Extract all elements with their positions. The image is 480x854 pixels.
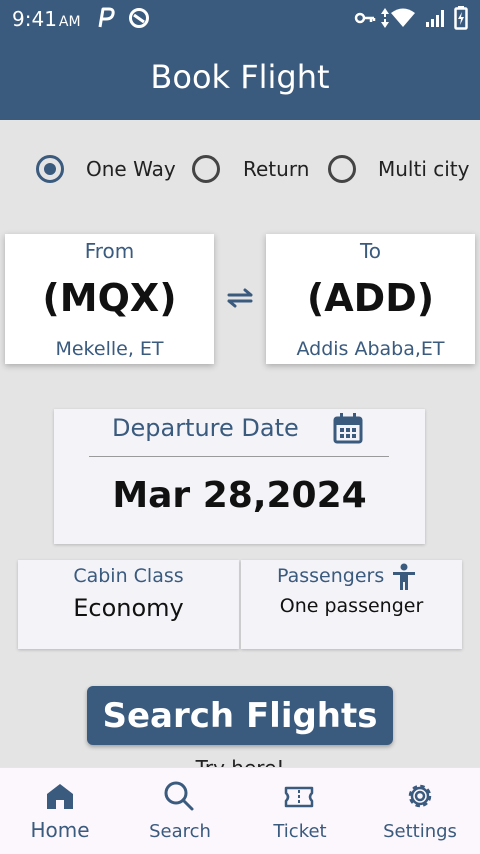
nav-item-search[interactable]: Search	[120, 768, 240, 854]
from-airport-card[interactable]: From (MQX) Mekelle, ET	[5, 234, 214, 364]
trip-type-label: One Way	[86, 157, 176, 181]
from-airport-code: (MQX)	[42, 276, 177, 320]
departure-date-card[interactable]: Departure Date Mar 28,2024	[54, 409, 425, 544]
ticket-icon	[283, 781, 315, 813]
departure-date-caption: Departure Date	[112, 414, 299, 442]
parking-icon	[96, 6, 116, 30]
nav-label-settings: Settings	[383, 821, 457, 842]
trip-type-return-radio[interactable]: Return	[192, 153, 309, 185]
status-bar: 9:41 AM	[0, 0, 480, 36]
battery-charging-icon	[452, 6, 470, 30]
status-time: 9:41	[12, 7, 57, 31]
from-caption: From	[84, 239, 135, 263]
from-airport-city: Mekelle, ET	[55, 338, 164, 360]
gear-icon	[404, 780, 436, 812]
home-icon	[44, 780, 76, 812]
to-airport-code: (ADD)	[306, 276, 435, 320]
wifi-icon	[391, 6, 415, 30]
calendar-icon[interactable]	[333, 412, 363, 444]
do-not-disturb-icon	[127, 6, 151, 30]
to-caption: To	[359, 239, 382, 263]
nav-item-ticket[interactable]: Ticket	[240, 768, 360, 854]
swap-airports-button[interactable]	[222, 283, 258, 313]
page-title: Book Flight	[150, 58, 330, 96]
nav-label-search: Search	[149, 821, 211, 842]
cabin-class-caption: Cabin Class	[73, 565, 184, 587]
passengers-card[interactable]: Passengers One passenger	[241, 560, 462, 649]
cabin-class-value: Economy	[73, 594, 184, 622]
signal-icon	[424, 6, 448, 30]
swap-arrows-icon	[227, 288, 253, 308]
bottom-nav: Home Search Ticket Settings	[0, 767, 480, 854]
status-clock: 9:41 AM	[12, 7, 81, 31]
app-bar: Book Flight	[0, 36, 480, 120]
radio-unchecked-icon	[328, 155, 356, 183]
person-icon	[392, 563, 416, 591]
search-icon	[163, 780, 195, 812]
radio-checked-icon	[36, 155, 64, 183]
trip-type-multi-city-radio[interactable]: Multi city	[328, 153, 469, 185]
cabin-class-card[interactable]: Cabin Class Economy	[18, 560, 239, 649]
trip-type-one-way-radio[interactable]: One Way	[36, 153, 176, 185]
nav-label-home: Home	[30, 818, 90, 842]
to-airport-city: Addis Ababa,ET	[296, 338, 445, 360]
passengers-value: One passenger	[279, 595, 424, 617]
trip-type-label: Multi city	[378, 157, 470, 181]
trip-type-label: Return	[243, 157, 310, 181]
nav-label-ticket: Ticket	[273, 821, 327, 842]
passengers-caption: Passengers	[277, 565, 385, 587]
search-flights-button[interactable]: Search Flights	[87, 686, 393, 745]
key-icon	[354, 6, 376, 30]
nav-item-settings[interactable]: Settings	[360, 768, 480, 854]
status-ampm: AM	[58, 14, 81, 30]
data-arrows-icon	[379, 6, 391, 30]
departure-date-value: Mar 28,2024	[112, 475, 367, 516]
divider	[89, 456, 389, 457]
radio-unchecked-icon	[192, 155, 220, 183]
nav-item-home[interactable]: Home	[0, 768, 120, 854]
to-airport-card[interactable]: To (ADD) Addis Ababa,ET	[266, 234, 475, 364]
